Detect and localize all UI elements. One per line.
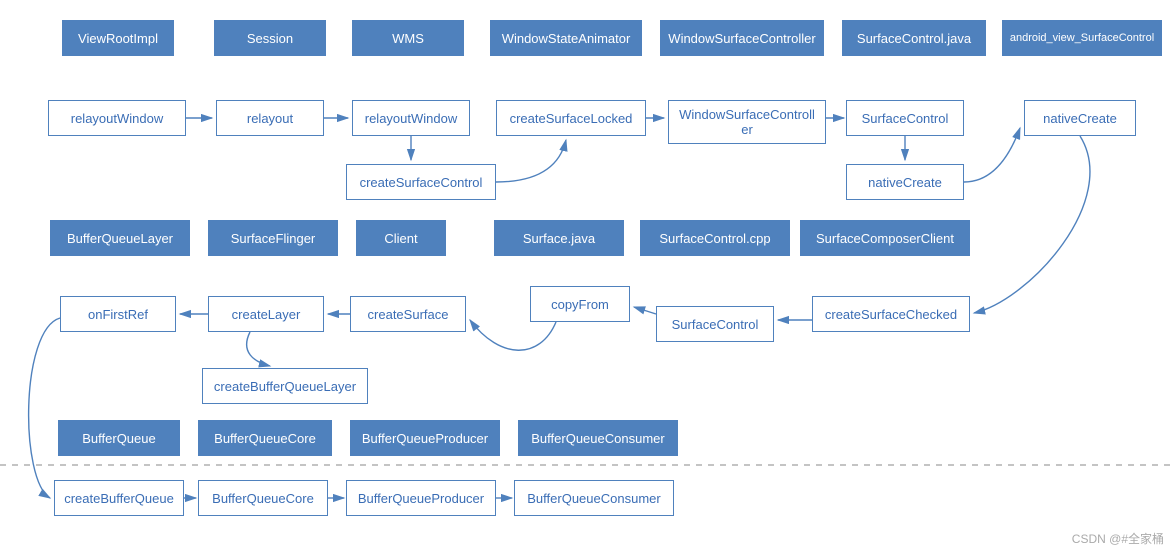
header-wms: WMS [352,20,464,56]
box-relayout: relayout [216,100,324,136]
box-createsurface: createSurface [350,296,466,332]
header-bufferqueue: BufferQueue [58,420,180,456]
header-windowsurfacecontroller: WindowSurfaceController [660,20,824,56]
box-surfacecontrol-2: SurfaceControl [656,306,774,342]
box-bufferqueueconsumer: BufferQueueConsumer [514,480,674,516]
box-createbufferqueue: createBufferQueue [54,480,184,516]
header-session: Session [214,20,326,56]
header-bufferqueueconsumer: BufferQueueConsumer [518,420,678,456]
box-relayoutwindow-2: relayoutWindow [352,100,470,136]
box-createbufferqueuelayer: createBufferQueueLayer [202,368,368,404]
box-bufferqueueproducer: BufferQueueProducer [346,480,496,516]
header-android-view-surfacecontrol: android_view_SurfaceControl [1002,20,1162,56]
header-surface-java: Surface.java [494,220,624,256]
header-client: Client [356,220,446,256]
box-copyfrom: copyFrom [530,286,630,322]
box-nativecreate-1: nativeCreate [846,164,964,200]
header-surfacecontrol-cpp: SurfaceControl.cpp [640,220,790,256]
header-surfacecomposerclient: SurfaceComposerClient [800,220,970,256]
watermark: CSDN @#全家桶 [1072,530,1164,547]
header-bufferqueueproducer: BufferQueueProducer [350,420,500,456]
diagram-canvas: ViewRootImpl Session WMS WindowStateAnim… [0,0,1176,555]
header-surfacecontrol-java: SurfaceControl.java [842,20,986,56]
header-surfaceflinger: SurfaceFlinger [208,220,338,256]
header-windowstateanimator: WindowStateAnimator [490,20,642,56]
arrows-layer [0,0,1176,555]
box-nativecreate-2: nativeCreate [1024,100,1136,136]
box-onfirstref: onFirstRef [60,296,176,332]
box-bufferqueuecore: BufferQueueCore [198,480,328,516]
box-createsurfacelocked: createSurfaceLocked [496,100,646,136]
box-surfacecontrol-1: SurfaceControl [846,100,964,136]
box-createsurfacechecked: createSurfaceChecked [812,296,970,332]
box-createlayer: createLayer [208,296,324,332]
header-viewrootimpl: ViewRootImpl [62,20,174,56]
box-windowsurfacecontroller: WindowSurfaceControll er [668,100,826,144]
box-relayoutwindow-1: relayoutWindow [48,100,186,136]
header-bufferqueuecore: BufferQueueCore [198,420,332,456]
box-createsurfacecontrol: createSurfaceControl [346,164,496,200]
header-bufferqueuelayer: BufferQueueLayer [50,220,190,256]
